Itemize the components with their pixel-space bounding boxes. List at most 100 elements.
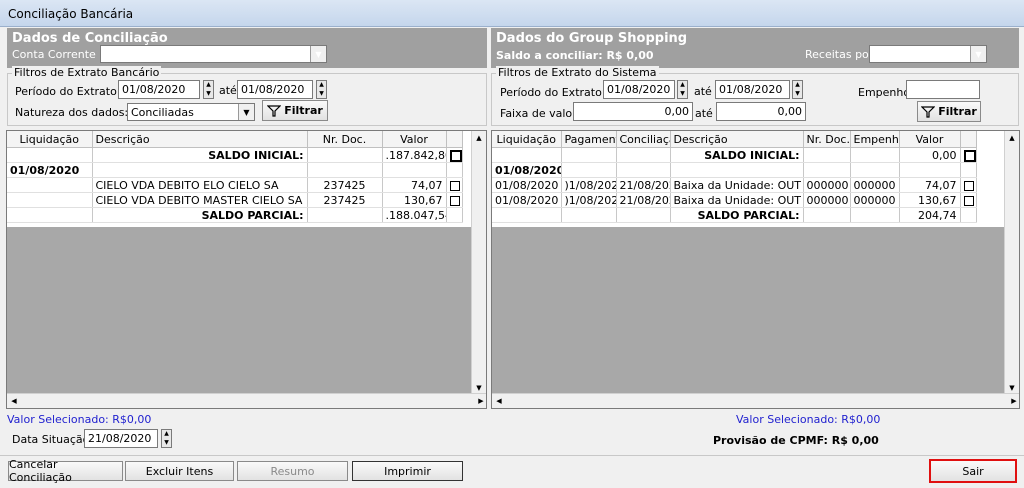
col-liquidacao[interactable]: Liquidação [492,131,562,148]
right-date-to[interactable]: 01/08/2020 [715,80,790,99]
row-descricao: Baixa da Unidade: OUT [670,177,804,193]
table-row[interactable]: 01/08/2020 [492,162,977,178]
saldo-inicial-value: .187.842,80 [382,147,447,163]
left-grid-empty-area [7,227,473,395]
scroll-left-icon[interactable]: ◀ [492,394,506,408]
checkbox[interactable] [963,195,974,206]
col-valor[interactable]: Valor [382,131,447,148]
data-situacao-spinner[interactable]: ▲ ▼ [161,429,172,448]
scroll-up-icon[interactable]: ▲ [472,131,486,145]
checkbox[interactable] [449,149,461,162]
table-row[interactable]: CIELO VDA DEBITO ELO CIELO SA 237425 74,… [7,177,463,193]
faixa-to-input[interactable]: 0,00 [716,102,806,121]
table-row[interactable]: 01/08/2020 [7,162,463,178]
scroll-up-icon[interactable]: ▲ [1005,131,1019,145]
chevron-down-icon[interactable]: ▼ [238,104,254,120]
col-nr-doc[interactable]: Nr. Doc. [307,131,383,148]
window-titlebar: Conciliação Bancária [0,0,1024,27]
col-liquidacao[interactable]: Liquidação [7,131,93,148]
table-row[interactable]: 01/08/2020 )1/08/2020 21/08/2020 Baixa d… [492,192,977,208]
natureza-label: Natureza dos dados: [15,106,129,119]
data-situacao-input[interactable]: 21/08/2020 [84,429,158,448]
date-group: 01/08/2020 [492,162,562,178]
scroll-right-icon[interactable]: ▶ [1007,394,1019,408]
row-nr-doc: 000000 [803,192,851,208]
chevron-down-icon[interactable]: ▼ [970,46,986,62]
footer-divider [0,455,1024,456]
left-date-from-spinner[interactable]: ▲ ▼ [203,80,214,99]
table-row[interactable]: 01/08/2020 )1/08/2020 21/08/2020 Baixa d… [492,177,977,193]
saldo-conciliar: Saldo a conciliar: R$ 0,00 [496,49,654,62]
saldo-inicial-label: SALDO INICIAL: [670,147,804,163]
row-pagamento: )1/08/2020 [561,192,617,208]
left-vertical-scrollbar[interactable]: ▲ ▼ [471,131,486,395]
row-liquidacao: 01/08/2020 [492,177,562,193]
filter-icon [267,104,282,117]
conta-select[interactable]: CONTA CONCILIAÇÃO BANCARIA - 11111 ▼ [100,45,327,63]
table-row[interactable]: SALDO PARCIAL: 204,74 [492,207,977,223]
right-filtrar-button[interactable]: Filtrar [917,101,981,122]
table-row[interactable]: SALDO PARCIAL: .188.047,54 [7,207,463,223]
checkbox[interactable] [963,149,975,162]
natureza-value: Conciliadas [131,106,194,119]
right-vertical-scrollbar[interactable]: ▲ ▼ [1004,131,1019,395]
window-title: Conciliação Bancária [8,7,134,21]
saldo-parcial-label: SALDO PARCIAL: [92,207,308,223]
left-periodo-label: Período do Extrato: [15,85,121,98]
row-conciliacao: 21/08/2020 [616,177,671,193]
faixa-label: Faixa de valor: [500,107,581,120]
right-date-to-spinner[interactable]: ▲ ▼ [792,80,803,99]
col-nr-doc[interactable]: Nr. Doc. [803,131,851,148]
right-periodo-label: Período do Extrato: [500,86,606,99]
left-date-from[interactable]: 01/08/2020 [118,80,200,99]
col-pagamento[interactable]: Pagament [561,131,617,148]
checkbox[interactable] [449,195,460,206]
row-valor: 74,07 [899,177,961,193]
imprimir-button[interactable]: Imprimir [352,461,463,481]
left-filtrar-button[interactable]: Filtrar [262,100,328,121]
empenho-input[interactable] [906,80,980,99]
col-valor[interactable]: Valor [899,131,961,148]
left-panel-header: Dados de Conciliação Conta Corrente : CO… [7,28,487,68]
saldo-parcial-value: .188.047,54 [382,207,447,223]
scroll-left-icon[interactable]: ◀ [7,394,21,408]
conta-label: Conta Corrente : [12,48,103,61]
excluir-itens-button[interactable]: Excluir Itens [125,461,234,481]
checkbox[interactable] [449,180,460,191]
data-situacao-label: Data Situação: [12,433,94,446]
col-descricao[interactable]: Descrição [670,131,804,148]
table-row[interactable]: CIELO VDA DEBITO MASTER CIELO SA 237425 … [7,192,463,208]
left-date-to-spinner[interactable]: ▲ ▼ [316,80,327,99]
col-check [446,131,463,148]
checkbox[interactable] [963,180,974,191]
chevron-down-icon[interactable]: ▼ [310,46,326,62]
left-horizontal-scrollbar[interactable]: ◀ ▶ [7,393,486,408]
saldo-parcial-value: 204,74 [899,207,961,223]
faixa-from-input[interactable]: 0,00 [573,102,693,121]
left-grid[interactable]: Liquidação Descrição Nr. Doc. Valor SALD… [6,130,487,409]
row-nr-doc: 000000 [803,177,851,193]
resumo-button[interactable]: Resumo [237,461,348,481]
natureza-select[interactable]: Conciliadas ▼ [127,103,255,121]
cancelar-conciliacao-button[interactable]: Cancelar Conciliação [8,458,123,484]
saldo-parcial-label: SALDO PARCIAL: [670,207,804,223]
right-ate-label: até [694,85,712,98]
col-conciliacao[interactable]: Conciliaçã [616,131,671,148]
right-date-from[interactable]: 01/08/2020 [603,80,675,99]
col-empenho[interactable]: Empenh [850,131,900,148]
left-ate-label: até [219,84,237,97]
right-grid[interactable]: Liquidação Pagament Conciliaçã Descrição… [491,130,1020,409]
right-horizontal-scrollbar[interactable]: ◀ ▶ [492,393,1019,408]
scroll-right-icon[interactable]: ▶ [474,394,486,408]
col-descricao[interactable]: Descrição [92,131,308,148]
right-filters-title: Filtros de Extrato do Sistema [496,66,659,79]
table-row[interactable]: SALDO INICIAL: .187.842,80 [7,147,463,163]
left-date-to[interactable]: 01/08/2020 [237,80,313,99]
left-filters-title: Filtros de Extrato Bancário [12,66,162,79]
receitas-select[interactable]: Conta Corrente ▼ [869,45,987,63]
right-date-from-spinner[interactable]: ▲ ▼ [677,80,688,99]
sair-button[interactable]: Sair [929,459,1017,483]
row-empenho: 000000 [850,192,900,208]
table-row[interactable]: SALDO INICIAL: 0,00 [492,147,977,163]
right-panel-header: Dados do Group Shopping Saldo a concilia… [491,28,1019,68]
